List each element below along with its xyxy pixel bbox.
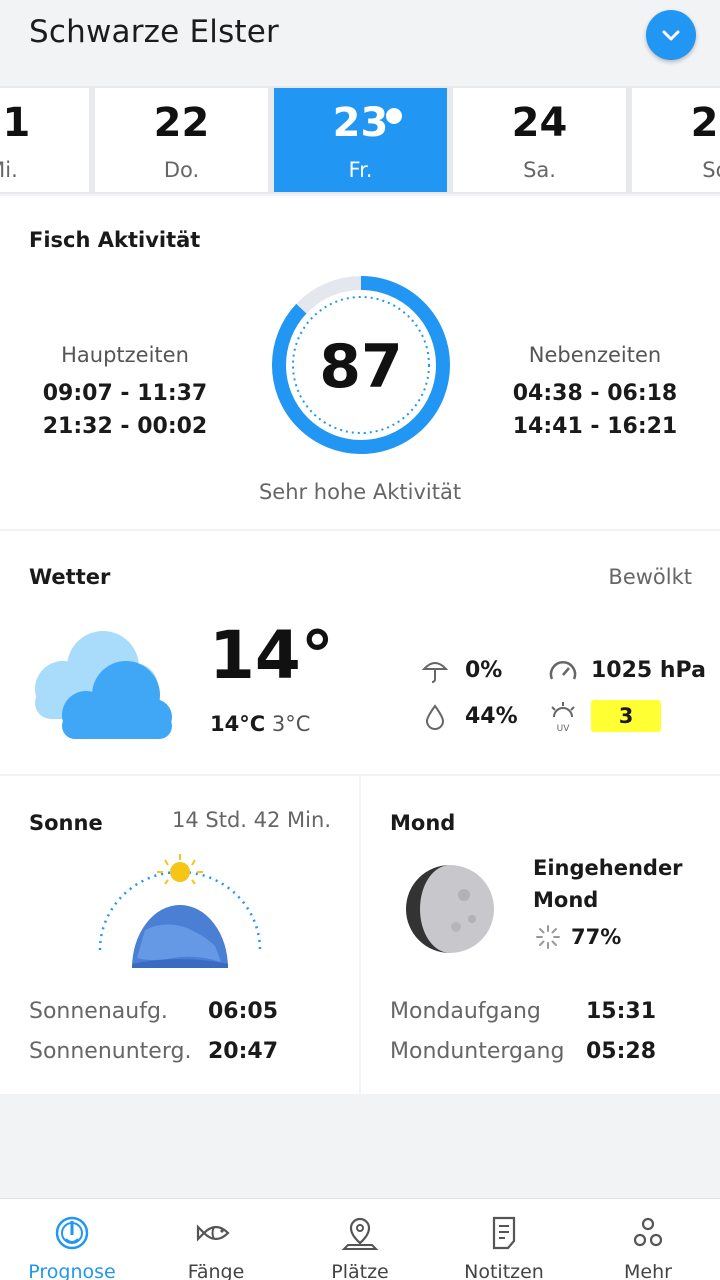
activity-gauge: 87: [272, 276, 450, 454]
humidity: 44%: [465, 704, 518, 729]
temperature-range: 14°C 3°C: [210, 712, 310, 736]
umbrella-icon: [421, 662, 449, 683]
day-name: Fr.: [348, 158, 373, 182]
nav-notitzen[interactable]: Notitzen: [432, 1199, 576, 1280]
temp-high: 14°C: [210, 712, 266, 736]
activity-status: Sehr hohe Aktivität: [258, 480, 462, 504]
moon-phase-name: Eingehender Mond: [533, 856, 683, 912]
day-item[interactable]: 25 So.: [632, 88, 720, 192]
minor-times: Nebenzeiten 04:38 - 06:18 14:41 - 16:21: [495, 343, 695, 443]
uv-index-badge: 3: [591, 700, 661, 732]
minor-times-label: Nebenzeiten: [528, 343, 662, 367]
chevron-down-icon: [662, 30, 680, 41]
nav-plaetze[interactable]: Plätze: [288, 1199, 432, 1280]
sunrise-time: 06:05: [208, 999, 279, 1024]
sun-path-icon: [98, 854, 262, 968]
main-time: 09:07 - 11:37: [42, 381, 208, 406]
fish-activity-title: Fisch Aktivität: [29, 228, 201, 252]
droplet-icon: [425, 704, 445, 730]
moon-phase-icon: [406, 865, 494, 953]
day-number: 21: [0, 100, 31, 146]
main-times-label: Hauptzeiten: [61, 343, 189, 367]
day-item[interactable]: 22 Do.: [95, 88, 268, 192]
day-name: Sa.: [523, 158, 556, 182]
activity-score: 87: [319, 332, 403, 402]
location-title: Schwarze Elster: [29, 14, 279, 50]
nav-label: Fänge: [187, 1261, 245, 1280]
main-times: Hauptzeiten 09:07 - 11:37 21:32 - 00:02: [25, 343, 225, 443]
day-name: Do.: [163, 158, 200, 182]
cloud-icon: [35, 631, 172, 739]
more-icon: [633, 1217, 663, 1247]
sun-title: Sonne: [29, 811, 103, 835]
day-number: 23: [332, 100, 389, 146]
nav-prognose[interactable]: Prognose: [0, 1199, 144, 1280]
today-dot: [386, 108, 402, 124]
nav-label: Prognose: [28, 1261, 116, 1280]
nav-label: Notitzen: [464, 1261, 544, 1280]
moonset-time: 05:28: [586, 1039, 657, 1064]
nav-label: Mehr: [624, 1261, 672, 1280]
weather-title: Wetter: [29, 565, 111, 589]
day-number: 22: [153, 100, 210, 146]
sunset-time: 20:47: [208, 1039, 279, 1064]
bottom-navigation: Prognose Fänge Plätze Notitzen Mehr: [0, 1198, 720, 1280]
day-name: Mi.: [0, 158, 18, 182]
rain-chance: 0%: [465, 658, 503, 683]
gauge-icon: [549, 661, 577, 680]
current-temperature: 14°: [209, 617, 334, 694]
nav-label: Plätze: [331, 1261, 389, 1280]
day-item-selected[interactable]: 23 Fr.: [274, 88, 447, 192]
moon-title: Mond: [390, 811, 456, 835]
svg-text:UV: UV: [557, 724, 571, 733]
sunset-label: Sonnenunterg.: [29, 1039, 192, 1064]
location-dropdown-button[interactable]: [646, 10, 696, 60]
moonset-label: Monduntergang: [390, 1039, 565, 1064]
day-item[interactable]: 21 Mi.: [0, 88, 89, 192]
day-number: 25: [690, 100, 720, 146]
nav-mehr[interactable]: Mehr: [576, 1199, 720, 1280]
weather-card[interactable]: Wetter Bewölkt 14° 14°C 3°C 0% 44% 1025 …: [0, 531, 720, 774]
moon-illumination: 77%: [571, 925, 622, 949]
day-length: 14 Std. 42 Min.: [172, 808, 331, 832]
loading-spinner-icon: [536, 925, 560, 949]
moonrise-time: 15:31: [586, 999, 657, 1024]
day-name: So.: [702, 158, 720, 182]
app-header: Schwarze Elster: [0, 0, 720, 86]
nav-faenge[interactable]: Fänge: [144, 1199, 288, 1280]
air-pressure: 1025 hPa: [591, 658, 706, 683]
temp-low: 3°C: [271, 712, 311, 736]
day-item[interactable]: 24 Sa.: [453, 88, 626, 192]
uv-sun-icon: UV: [551, 702, 575, 733]
sun-card[interactable]: Sonne 14 Std. 42 Min. Sonnenaufg. 06:05 …: [0, 776, 359, 1094]
minor-time: 04:38 - 06:18: [512, 381, 678, 406]
prognose-icon: [55, 1216, 89, 1250]
weather-condition: Bewölkt: [608, 565, 692, 589]
moonrise-label: Mondaufgang: [390, 999, 541, 1024]
fish-icon: [196, 1224, 230, 1242]
moon-card[interactable]: Mond Eingehender Mond 77% Mondaufgang 15…: [361, 776, 720, 1094]
notes-icon: [492, 1216, 516, 1250]
day-selector: 21 Mi. 22 Do. 23 Fr. 24 Sa. 25 So.: [0, 86, 720, 194]
main-time: 21:32 - 00:02: [42, 414, 208, 439]
day-number: 24: [511, 100, 568, 146]
location-icon: [341, 1217, 379, 1250]
minor-time: 14:41 - 16:21: [512, 414, 678, 439]
sunrise-label: Sonnenaufg.: [29, 999, 168, 1024]
fish-activity-card[interactable]: Fisch Aktivität Hauptzeiten 09:07 - 11:3…: [0, 196, 720, 529]
